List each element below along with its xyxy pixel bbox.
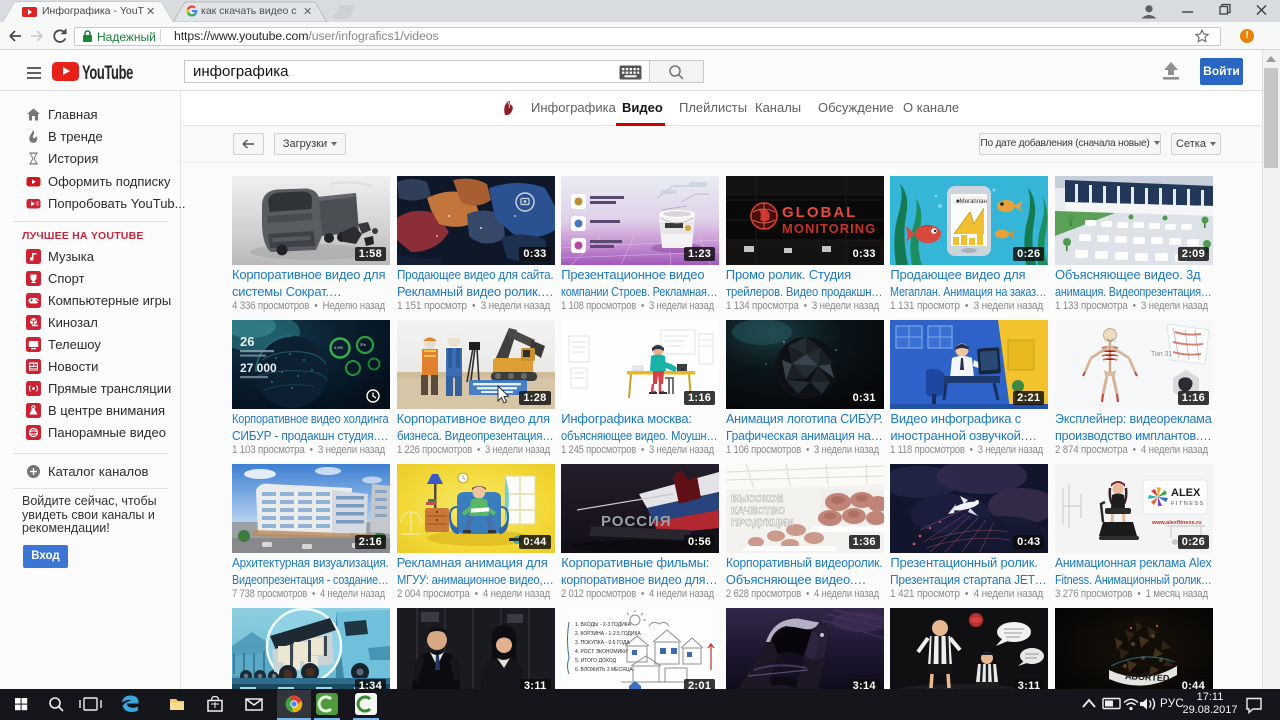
svg-text:2. КОРЗИНА - 1-2.5 ГОДИКА: 2. КОРЗИНА - 1-2.5 ГОДИКА <box>575 631 641 637</box>
svg-text:Тип 31: Тип 31 <box>1151 351 1173 358</box>
svg-text:6. ВЛОЖИТЬ 3 МЕСЯЦА: 6. ВЛОЖИТЬ 3 МЕСЯЦА <box>575 667 633 673</box>
svg-text:ALEX: ALEX <box>1171 487 1201 499</box>
svg-text:3. ПОКУПКА - 0.5 ГОДА: 3. ПОКУПКА - 0.5 ГОДА <box>575 640 630 646</box>
svg-text:ВЫСОКОЕ: ВЫСОКОЕ <box>731 494 784 505</box>
svg-text:GLOBAL: GLOBAL <box>782 204 857 221</box>
svg-text:■Мегаплан: ■Мегаплан <box>956 199 987 205</box>
svg-text:РОССИЯ: РОССИЯ <box>601 513 672 530</box>
svg-text:4. РОСТ ЭКОНОМИКИ: 4. РОСТ ЭКОНОМИКИ <box>575 649 628 655</box>
svg-text:1. ВХОДЫ - 2-3 ГОДИКА: 1. ВХОДЫ - 2-3 ГОДИКА <box>575 622 632 628</box>
svg-text:ПРОДУКЦИИ: ПРОДУКЦИИ <box>731 518 794 529</box>
svg-text:3%: 3% <box>360 342 366 347</box>
svg-text:4,9%: 4,9% <box>334 345 344 350</box>
svg-text:FITNESS: FITNESS <box>1171 501 1205 507</box>
svg-text:MONITORING: MONITORING <box>782 221 876 236</box>
svg-text:КАЧЕСТВО: КАЧЕСТВО <box>731 506 785 517</box>
svg-text:5. ИТОГО ДОХОД: 5. ИТОГО ДОХОД <box>575 658 617 664</box>
svg-text:www.alexfitness.ru: www.alexfitness.ru <box>1151 520 1202 526</box>
svg-text:27 000: 27 000 <box>240 361 277 375</box>
svg-text:26: 26 <box>240 334 254 349</box>
